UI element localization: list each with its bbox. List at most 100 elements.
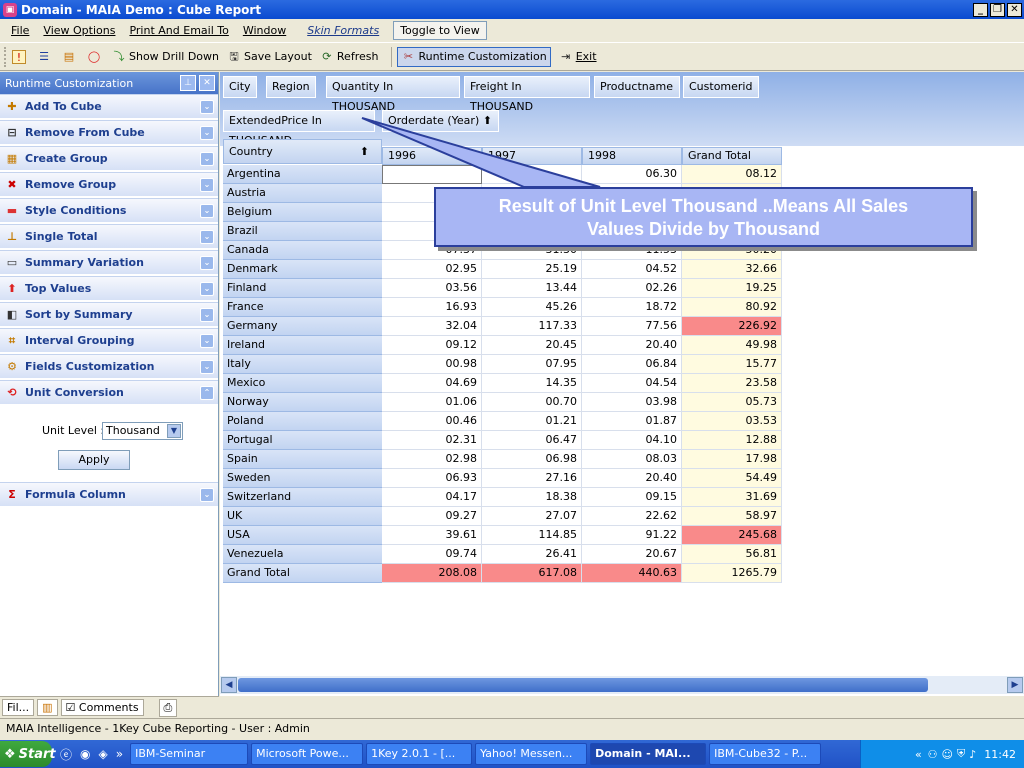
security-icon[interactable]: ⛨ [957, 747, 965, 761]
unit-level-select[interactable]: Thousand ▼ [102, 422, 183, 440]
apply-button[interactable]: Apply [58, 450, 130, 470]
network-icon[interactable]: ⚇ [928, 748, 938, 761]
field-chip-city[interactable]: City [223, 76, 257, 98]
chevron-down-icon[interactable]: ⌄ [200, 151, 214, 166]
chevron-down-icon[interactable]: ⌄ [200, 125, 214, 140]
panel-item-remove-group[interactable]: ✖ Remove Group ⌄ [0, 172, 218, 198]
row-header[interactable]: Spain [223, 450, 382, 469]
grand-total-cell[interactable]: 1265.79 [682, 564, 782, 583]
table-cell[interactable]: 01.21 [482, 412, 582, 431]
table-cell[interactable]: 06.30 [582, 165, 682, 184]
row-header[interactable]: France [223, 298, 382, 317]
explorer-icon[interactable]: ◈ [99, 747, 108, 761]
toolbar-grip[interactable] [4, 46, 7, 67]
panel-item-remove-from-cube[interactable]: ⊟ Remove From Cube ⌄ [0, 120, 218, 146]
taskbar-item[interactable]: Yahoo! Messen... [475, 743, 588, 765]
row-header[interactable]: USA [223, 526, 382, 545]
media-icon[interactable]: ◉ [80, 747, 90, 761]
row-header[interactable]: Germany [223, 317, 382, 336]
table-cell[interactable]: 114.85 [482, 526, 582, 545]
chevron-down-icon[interactable]: ⌄ [200, 307, 214, 322]
column-header[interactable]: 1998 [582, 147, 682, 165]
table-cell[interactable]: 117.33 [482, 317, 582, 336]
table-cell[interactable]: 00.98 [382, 355, 482, 374]
table-cell[interactable]: 25.19 [482, 260, 582, 279]
minimize-button[interactable]: _ [973, 2, 988, 17]
panel-item-create-group[interactable]: ▦ Create Group ⌄ [0, 146, 218, 172]
chevron-down-icon[interactable]: ⌄ [200, 99, 214, 114]
tab-grid-icon[interactable]: ▥ [37, 699, 58, 716]
refresh-button[interactable]: ⟳ Refresh [320, 50, 378, 64]
table-cell[interactable]: 18.38 [482, 488, 582, 507]
field-chip-freight[interactable]: Freight In THOUSAND [464, 76, 590, 113]
table-cell[interactable]: 245.68 [682, 526, 782, 545]
chat-button[interactable]: ◯ [87, 50, 104, 64]
chevron-down-icon[interactable]: ⌄ [200, 229, 214, 244]
taskbar-item[interactable]: IBM-Seminar [130, 743, 249, 765]
table-cell[interactable]: 91.22 [582, 526, 682, 545]
table-cell[interactable]: 02.31 [382, 431, 482, 450]
grid-button[interactable]: ▤ [62, 50, 79, 64]
menu-skin-formats[interactable]: Skin Formats [307, 24, 379, 37]
row-header[interactable]: Denmark [223, 260, 382, 279]
table-cell[interactable]: 49.98 [682, 336, 782, 355]
horizontal-scrollbar[interactable]: ◀ ▶ [220, 676, 1024, 694]
panel-item-unit-conversion[interactable]: ⟲ Unit Conversion ⌃ [0, 380, 218, 406]
table-cell[interactable]: 05.73 [682, 393, 782, 412]
scroll-left-icon[interactable]: ◀ [221, 677, 237, 693]
table-cell[interactable]: 14.35 [482, 374, 582, 393]
table-cell[interactable]: 22.62 [582, 507, 682, 526]
table-cell[interactable]: 08.03 [582, 450, 682, 469]
row-header[interactable]: Finland [223, 279, 382, 298]
table-cell[interactable]: 06.98 [482, 450, 582, 469]
row-header[interactable]: Canada [223, 241, 382, 260]
table-cell[interactable]: 03.53 [682, 412, 782, 431]
runtime-customization-button[interactable]: ✂ Runtime Customization [397, 46, 551, 67]
table-cell[interactable]: 20.40 [582, 469, 682, 488]
table-cell[interactable]: 03.98 [582, 393, 682, 412]
panel-item-style-conditions[interactable]: ▬ Style Conditions ⌄ [0, 198, 218, 224]
save-layout-button[interactable]: 🖫 Save Layout [227, 50, 312, 64]
taskbar-item[interactable]: Microsoft Powe... [251, 743, 364, 765]
row-header[interactable]: Argentina [223, 165, 382, 184]
column-header[interactable]: Grand Total [682, 147, 782, 165]
table-cell[interactable]: 54.49 [682, 469, 782, 488]
table-cell[interactable]: 04.17 [382, 488, 482, 507]
table-cell[interactable]: 04.10 [582, 431, 682, 450]
table-cell[interactable]: 20.40 [582, 336, 682, 355]
panel-close-icon[interactable]: ✕ [199, 75, 215, 91]
ie-icon[interactable]: ⓔ [60, 746, 72, 763]
field-chip-productname[interactable]: Productname [594, 76, 680, 98]
row-header[interactable]: Brazil [223, 222, 382, 241]
menu-view-options[interactable]: View Options [43, 24, 115, 37]
tab-comments[interactable]: ☑ Comments [60, 699, 144, 716]
table-cell[interactable]: 04.52 [582, 260, 682, 279]
table-cell[interactable]: 18.72 [582, 298, 682, 317]
table-cell[interactable] [482, 165, 582, 184]
table-cell[interactable] [382, 165, 482, 184]
column-header[interactable]: 1996 [382, 147, 482, 165]
table-cell[interactable]: 09.12 [382, 336, 482, 355]
table-cell[interactable]: 07.95 [482, 355, 582, 374]
table-cell[interactable]: 15.77 [682, 355, 782, 374]
close-button[interactable]: ✕ [1007, 2, 1022, 17]
pin-icon[interactable]: ⊥ [180, 75, 196, 91]
chevron-down-icon[interactable]: ⌄ [200, 255, 214, 270]
panel-item-add-to-cube[interactable]: ✚ Add To Cube ⌄ [0, 94, 218, 120]
volume-icon[interactable]: ♪ [969, 748, 976, 761]
data-field-extendedprice[interactable]: ExtendedPrice In THOUSAND [223, 110, 375, 147]
panel-item-interval-grouping[interactable]: ⌗ Interval Grouping ⌄ [0, 328, 218, 354]
table-cell[interactable]: 20.45 [482, 336, 582, 355]
column-field-orderdate[interactable]: Orderdate (Year) ⬆ [382, 110, 499, 132]
row-header[interactable]: Norway [223, 393, 382, 412]
table-cell[interactable]: 32.66 [682, 260, 782, 279]
exit-button[interactable]: ⇥ Exit [559, 50, 596, 64]
chevron-down-icon[interactable]: ⌄ [200, 359, 214, 374]
menu-window[interactable]: Window [243, 24, 286, 37]
taskbar-item[interactable]: 1Key 2.0.1 - [... [366, 743, 473, 765]
menu-file[interactable]: File [11, 24, 29, 37]
table-cell[interactable]: 02.26 [582, 279, 682, 298]
table-cell[interactable]: 08.12 [682, 165, 782, 184]
field-chip-quantity[interactable]: Quantity In THOUSAND [326, 76, 460, 113]
table-cell[interactable]: 20.67 [582, 545, 682, 564]
